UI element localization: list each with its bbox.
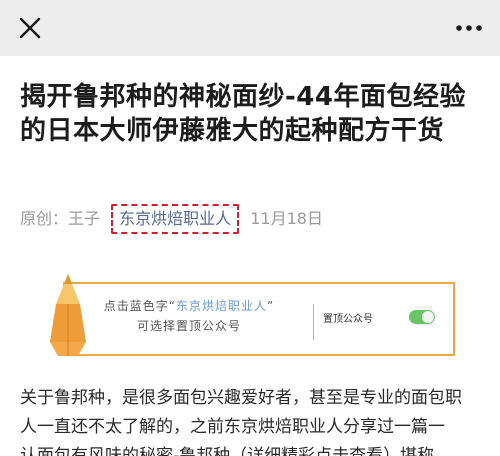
promo-account-link[interactable]: 东京烘焙职业人 xyxy=(176,299,267,313)
body-line-1: 关于鲁邦种，是很多面包兴趣爱好者，甚至是专业的面包职 xyxy=(20,388,462,408)
more-dots-icon[interactable] xyxy=(454,18,484,38)
author-label: 原创：王子 xyxy=(20,209,101,228)
article-meta: 原创：王子 东京烘焙职业人 11月18日 xyxy=(20,204,323,234)
account-name-link[interactable]: 东京烘焙职业人 xyxy=(111,204,240,234)
pin-setting-label: 置顶公众号 xyxy=(323,314,373,325)
pencil-icon xyxy=(38,270,98,360)
body-line-2: 人一直还不太了解的，之前东京烘焙职业人分享过一篇一 xyxy=(20,417,445,437)
promo-line-2: 可选择置顶公众号 xyxy=(136,319,241,333)
promo-line-1-prefix: 点击蓝色字“ xyxy=(103,299,176,313)
close-icon[interactable] xyxy=(18,16,42,40)
pin-toggle[interactable] xyxy=(409,310,435,324)
follow-promo-banner: 点击蓝色字“东京烘焙职业人” 可选择置顶公众号 置顶公众号 xyxy=(63,282,455,356)
publish-date: 11月18日 xyxy=(250,209,323,228)
promo-line-1-suffix: ” xyxy=(267,299,275,313)
promo-line-1: 点击蓝色字“东京烘焙职业人” xyxy=(65,296,313,316)
top-nav-bar xyxy=(0,0,500,56)
article-title: 揭开鲁邦种的神秘面纱-44年面包经验的日本大师伊藤雅大的起种配方干货 xyxy=(20,82,466,146)
article-body: 关于鲁邦种，是很多面包兴趣爱好者，甚至是专业的面包职 人一直还不太了解的，之前东… xyxy=(20,384,488,456)
promo-divider xyxy=(313,304,314,340)
body-line-3: 认面包有风味的秘密-鲁邦种（详细精彩点击查看）堪称 xyxy=(20,446,435,456)
promo-text: 点击蓝色字“东京烘焙职业人” 可选择置顶公众号 xyxy=(65,284,313,354)
toggle-knob xyxy=(422,311,434,323)
